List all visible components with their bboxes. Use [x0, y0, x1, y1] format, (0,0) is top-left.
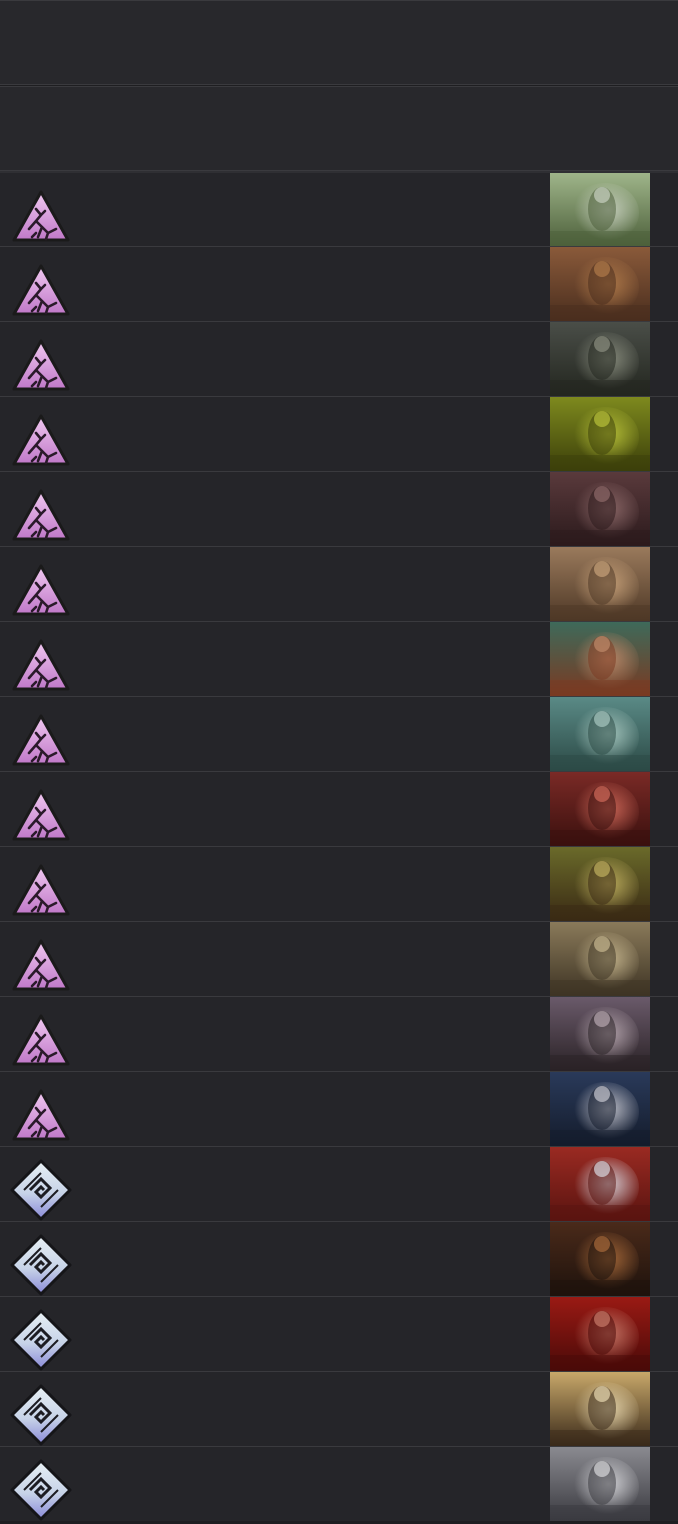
- cracked-triangle-icon: [12, 788, 70, 844]
- spiral-diamond-icon: [10, 1384, 72, 1446]
- spiral-diamond-icon: [10, 1459, 72, 1521]
- spiral-diamond-icon: [10, 1234, 72, 1296]
- tavern-dwarves-art: [550, 1222, 650, 1296]
- card-row[interactable]: [0, 696, 678, 771]
- dark-forest-warriors-art: [550, 322, 650, 396]
- card-row[interactable]: [0, 1146, 678, 1221]
- card-row[interactable]: [0, 621, 678, 696]
- card-row[interactable]: [0, 246, 678, 321]
- hooded-figure-art: [550, 472, 650, 546]
- spiral-diamond-icon: [10, 1309, 72, 1371]
- misty-soldier-art: [550, 697, 650, 771]
- green-eggs-art: [550, 397, 650, 471]
- card-row[interactable]: [0, 921, 678, 996]
- cracked-triangle-icon: [12, 563, 70, 619]
- cracked-triangle-icon: [12, 938, 70, 994]
- goblin-art: [550, 173, 650, 247]
- tribal-warrior-art: [550, 622, 650, 696]
- card-row[interactable]: [0, 1446, 678, 1521]
- card-row[interactable]: [0, 1371, 678, 1446]
- silver-statue-art: [550, 1447, 650, 1521]
- card-row[interactable]: [0, 1071, 678, 1146]
- dwarf-warrior-art: [550, 547, 650, 621]
- card-row[interactable]: [0, 1296, 678, 1371]
- holy-knight-art: [550, 1072, 650, 1146]
- cracked-triangle-icon: [12, 338, 70, 394]
- filter-bar: [0, 86, 678, 171]
- card-row[interactable]: [0, 996, 678, 1071]
- hat-adventurer-art: [550, 997, 650, 1071]
- card-row[interactable]: [0, 171, 678, 247]
- boar-rider-art: [550, 922, 650, 996]
- cracked-triangle-icon: [12, 638, 70, 694]
- cauldron-creature-art: [550, 1297, 650, 1371]
- cracked-triangle-icon: [12, 1013, 70, 1069]
- card-row[interactable]: [0, 1221, 678, 1296]
- cracked-triangle-icon: [12, 488, 70, 544]
- cracked-triangle-icon: [12, 863, 70, 919]
- cracked-triangle-icon: [12, 263, 70, 319]
- armored-brute-art: [550, 847, 650, 921]
- header-bar: [0, 0, 678, 85]
- card-row[interactable]: [0, 471, 678, 546]
- cracked-triangle-icon: [12, 1088, 70, 1144]
- leaping-rogue-art: [550, 1372, 650, 1446]
- red-mech-art: [550, 772, 650, 846]
- cracked-triangle-icon: [12, 413, 70, 469]
- card-row[interactable]: [0, 321, 678, 396]
- card-row[interactable]: [0, 771, 678, 846]
- card-row[interactable]: [0, 396, 678, 471]
- beast-in-mud-art: [550, 247, 650, 321]
- charging-beast-art: [550, 1147, 650, 1221]
- card-list: [0, 171, 678, 1521]
- card-row[interactable]: [0, 546, 678, 621]
- cracked-triangle-icon: [12, 713, 70, 769]
- spiral-diamond-icon: [10, 1159, 72, 1221]
- card-list-page: [0, 0, 678, 1524]
- cracked-triangle-icon: [12, 189, 70, 245]
- card-row[interactable]: [0, 846, 678, 921]
